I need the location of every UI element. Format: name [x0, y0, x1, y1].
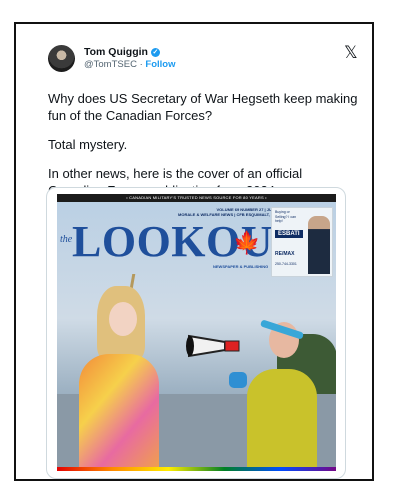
rainbow-strip	[57, 467, 336, 471]
masthead-title: LOOKOUT	[72, 217, 303, 266]
verified-badge-icon: ✓	[150, 47, 160, 57]
author-handle[interactable]: @TomTSEC	[84, 59, 137, 70]
tweet-paragraph: Why does US Secretary of War Hegseth kee…	[48, 91, 358, 123]
megaphone-icon	[186, 334, 240, 358]
screenshot-frame: Tom Quiggin ✓ @TomTSEC · Follow 𝕏 Why doe…	[14, 22, 374, 481]
tweet-media[interactable]: • CANADIAN MILITARY'S TRUSTED NEWS SOURC…	[46, 187, 346, 479]
tweet-card: Tom Quiggin ✓ @TomTSEC · Follow 𝕏 Why doe…	[40, 37, 358, 198]
blue-glove	[229, 372, 247, 388]
ad-name: ESBATI	[275, 230, 303, 238]
ad-phone: 250-744-3301	[275, 262, 297, 266]
x-logo-icon[interactable]: 𝕏	[344, 43, 358, 63]
ad-person-photo	[308, 216, 330, 274]
tweet-header: Tom Quiggin ✓ @TomTSEC · Follow 𝕏	[40, 37, 358, 72]
maple-leaf-icon: 🍁	[233, 230, 261, 255]
ad-question: Buying or Selling? I can help!	[275, 210, 297, 223]
cover-ad-box: Buying or Selling? I can help! ESBATI RE…	[271, 207, 333, 277]
avatar[interactable]	[48, 45, 75, 72]
person-right-outfit	[247, 369, 317, 471]
masthead-tagline: NEWSPAPER & PUBLISHING	[213, 264, 269, 269]
author-name[interactable]: Tom Quiggin ✓	[84, 46, 160, 58]
person-left-face	[109, 302, 137, 336]
masthead-prefix: the	[60, 234, 73, 245]
magazine-cover-image[interactable]: • CANADIAN MILITARY'S TRUSTED NEWS SOURC…	[57, 194, 336, 471]
separator: ·	[139, 59, 143, 70]
author-name-text[interactable]: Tom Quiggin	[84, 46, 148, 58]
follow-button[interactable]: Follow	[145, 59, 175, 70]
person-left-outfit	[79, 354, 159, 471]
tweet-paragraph: Total mystery.	[48, 137, 128, 152]
ad-logo: RE/MAX	[275, 251, 295, 257]
cover-top-banner: • CANADIAN MILITARY'S TRUSTED NEWS SOURC…	[57, 194, 336, 202]
author-handle-row: @TomTSEC · Follow	[84, 59, 175, 70]
